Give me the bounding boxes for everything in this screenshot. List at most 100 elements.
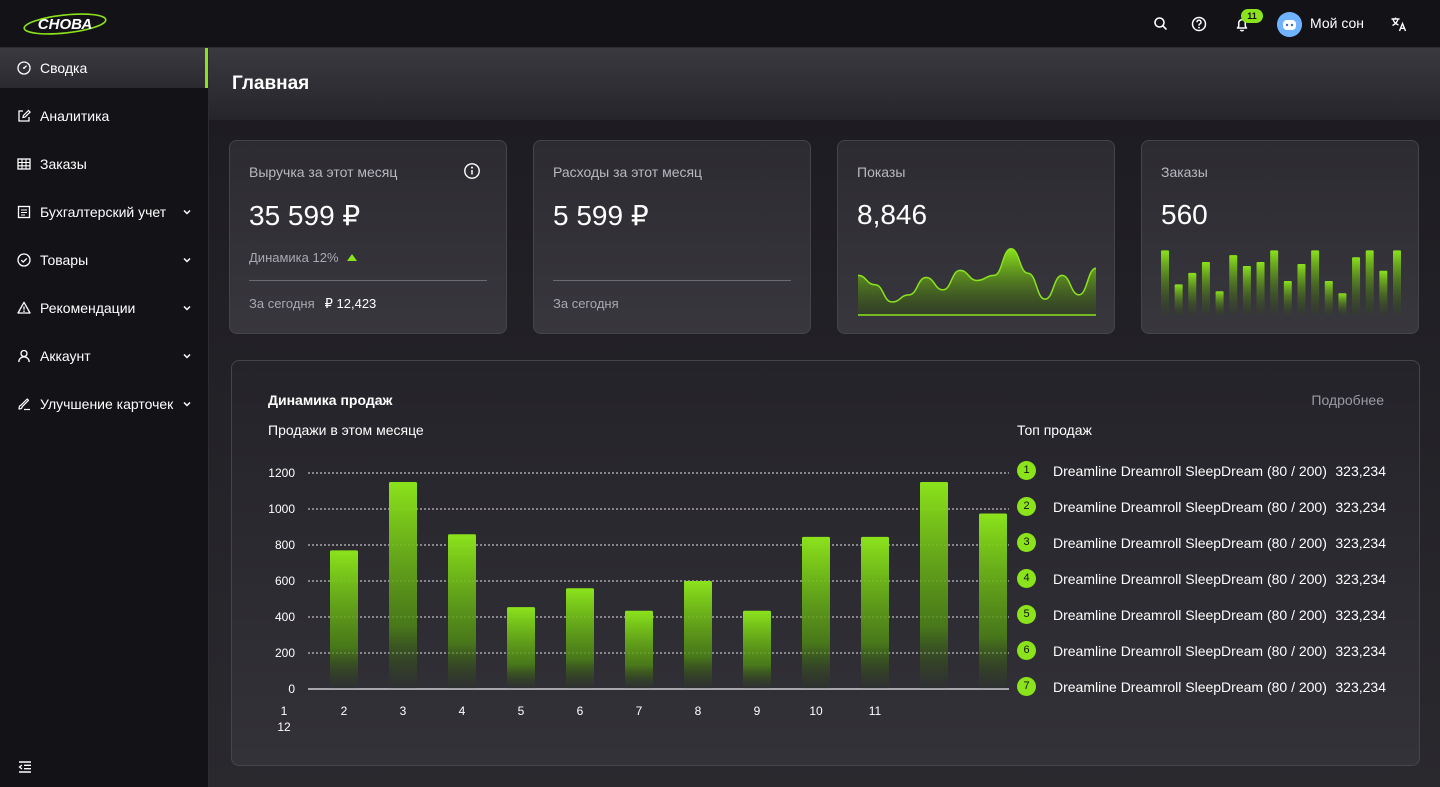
product-name[interactable]: Dreamline Dreamroll SleepDream (80 / 200… (1053, 607, 1327, 623)
product-name[interactable]: Dreamline Dreamroll SleepDream (80 / 200… (1053, 679, 1327, 695)
card-value: 5 599 ₽ (553, 200, 649, 231)
chevron-down-icon[interactable] (181, 350, 193, 362)
top-sales-row[interactable]: 7 Dreamline Dreamroll SleepDream (80 / 20… (1017, 669, 1397, 705)
sidebar-item-label: Улучшение карточек (40, 396, 174, 412)
product-name[interactable]: Dreamline Dreamroll SleepDream (80 / 200… (1053, 643, 1327, 659)
chevron-down-icon[interactable] (181, 254, 193, 266)
today-value: ₽ 12,423 (324, 296, 377, 311)
card-title: Выручка за этот месяц (249, 164, 398, 180)
rank-badge: 5 (1017, 605, 1036, 624)
chart-bar[interactable] (389, 482, 417, 689)
product-name[interactable]: Dreamline Dreamroll SleepDream (80 / 200… (1053, 535, 1327, 551)
y-tick-label: 800 (275, 538, 295, 552)
mini-bar (1229, 255, 1238, 315)
collapse-sidebar-icon[interactable] (16, 758, 34, 776)
sidebar-item-orders[interactable]: Заказы (0, 144, 208, 184)
sidebar-item-card-improvement[interactable]: Улучшение карточек (0, 384, 208, 424)
x-tick-label: 7 (636, 704, 643, 718)
avatar[interactable] (1277, 12, 1302, 37)
sidebar-item-account[interactable]: Аккаунт (0, 336, 208, 376)
x-tick-label: 4 (459, 704, 466, 718)
sidebar-item-label: Рекомендации (40, 300, 136, 316)
sidebar-item-label: Сводка (40, 60, 88, 76)
rank-badge: 6 (1017, 641, 1036, 660)
chart-bar[interactable] (979, 513, 1007, 690)
sidebar-item-recommendations[interactable]: Рекомендации (0, 288, 208, 328)
mini-bar (1256, 261, 1265, 315)
top-sales-row[interactable]: 5 Dreamline Dreamroll SleepDream (80 / 20… (1017, 597, 1397, 633)
mini-bar (1174, 284, 1183, 315)
card-title: Расходы за этот месяц (553, 164, 703, 180)
x-tick-label: 12 (277, 720, 291, 734)
y-tick-label: 1000 (268, 502, 295, 516)
card-value: 560 (1161, 199, 1208, 230)
mini-bar (1352, 257, 1361, 315)
orders-mini-bars (1161, 250, 1401, 315)
x-tick-label: 8 (695, 704, 702, 718)
username[interactable]: Мой сон (1310, 15, 1364, 31)
document-icon (16, 204, 32, 220)
chevron-down-icon[interactable] (181, 206, 193, 218)
chevron-down-icon[interactable] (181, 302, 193, 314)
sidebar-item-products[interactable]: Товары (0, 240, 208, 280)
product-sales-value: 323,234 (1335, 679, 1386, 695)
top-sales-row[interactable]: 3 Dreamline Dreamroll SleepDream (80 / 20… (1017, 525, 1397, 561)
sidebar-item-accounting[interactable]: Бухгалтерский учет (0, 192, 208, 232)
card-value: 35 599 ₽ (249, 200, 361, 231)
chevron-down-icon[interactable] (181, 398, 193, 410)
mini-bar (1188, 272, 1197, 315)
mini-bar (1161, 250, 1169, 315)
chart-bar[interactable] (684, 581, 712, 689)
chart-bar[interactable] (625, 610, 653, 689)
chart-bar[interactable] (330, 550, 358, 689)
chart-bar[interactable] (448, 534, 476, 689)
dynamics-indicator: Динамика 12% (249, 250, 357, 265)
dashboard-icon (16, 60, 32, 76)
top-sales-row[interactable]: 1 Dreamline Dreamroll SleepDream (80 / 20… (1017, 453, 1397, 489)
arrow-up-icon (346, 254, 357, 261)
top-sales-row[interactable]: 6 Dreamline Dreamroll SleepDream (80 / 20… (1017, 633, 1397, 669)
mini-bar (1242, 266, 1251, 315)
dynamics-text: Динамика 12% (249, 250, 339, 265)
card-title: Заказы (1161, 164, 1208, 180)
main-content: Главная Выручка за этот месяц 35 599 ₽ Д… (209, 48, 1440, 787)
today-label: За сегодня (553, 296, 619, 311)
product-name[interactable]: Dreamline Dreamroll SleepDream (80 / 200… (1053, 463, 1327, 479)
y-tick-label: 0 (288, 682, 295, 696)
divider (553, 280, 791, 281)
chart-title: Продажи в этом месяце (268, 422, 424, 438)
mini-bar (1201, 261, 1210, 315)
mini-bar (1365, 250, 1374, 315)
card-title: Показы (857, 164, 906, 180)
search-icon[interactable] (1151, 14, 1171, 34)
translate-icon[interactable] (1389, 14, 1409, 34)
rank-badge: 1 (1017, 461, 1036, 480)
info-icon[interactable] (463, 162, 481, 180)
x-tick-label: 5 (518, 704, 525, 718)
sidebar-item-analytics[interactable]: Аналитика (0, 96, 208, 136)
brand-logo[interactable]: СНОВА (22, 12, 108, 36)
more-link[interactable]: Подробнее (1311, 392, 1384, 408)
revenue-card: Выручка за этот месяц 35 599 ₽ Динамика … (229, 140, 507, 334)
chart-bar[interactable] (861, 536, 889, 689)
product-sales-value: 323,234 (1335, 535, 1386, 551)
top-sales-row[interactable]: 2 Dreamline Dreamroll SleepDream (80 / 20… (1017, 489, 1397, 525)
chart-bar[interactable] (566, 588, 594, 689)
impressions-sparkline (857, 248, 1097, 316)
today-row: За сегодня (553, 296, 619, 311)
x-tick-label: 6 (577, 704, 584, 718)
user-icon (16, 348, 32, 364)
chart-bar[interactable] (802, 536, 830, 689)
chart-bar[interactable] (920, 482, 948, 689)
top-sales-title: Топ продаж (1017, 422, 1092, 438)
product-name[interactable]: Dreamline Dreamroll SleepDream (80 / 200… (1053, 499, 1327, 515)
chart-bar[interactable] (743, 610, 771, 689)
product-name[interactable]: Dreamline Dreamroll SleepDream (80 / 200… (1053, 571, 1327, 587)
help-icon[interactable] (1189, 14, 1209, 34)
x-tick-label: 11 (869, 704, 882, 718)
sparkline-area (858, 248, 1096, 315)
sidebar-item-summary[interactable]: Сводка (0, 48, 208, 88)
chart-bar[interactable] (507, 607, 535, 689)
top-sales-row[interactable]: 4 Dreamline Dreamroll SleepDream (80 / 20… (1017, 561, 1397, 597)
mini-bar (1311, 250, 1320, 315)
